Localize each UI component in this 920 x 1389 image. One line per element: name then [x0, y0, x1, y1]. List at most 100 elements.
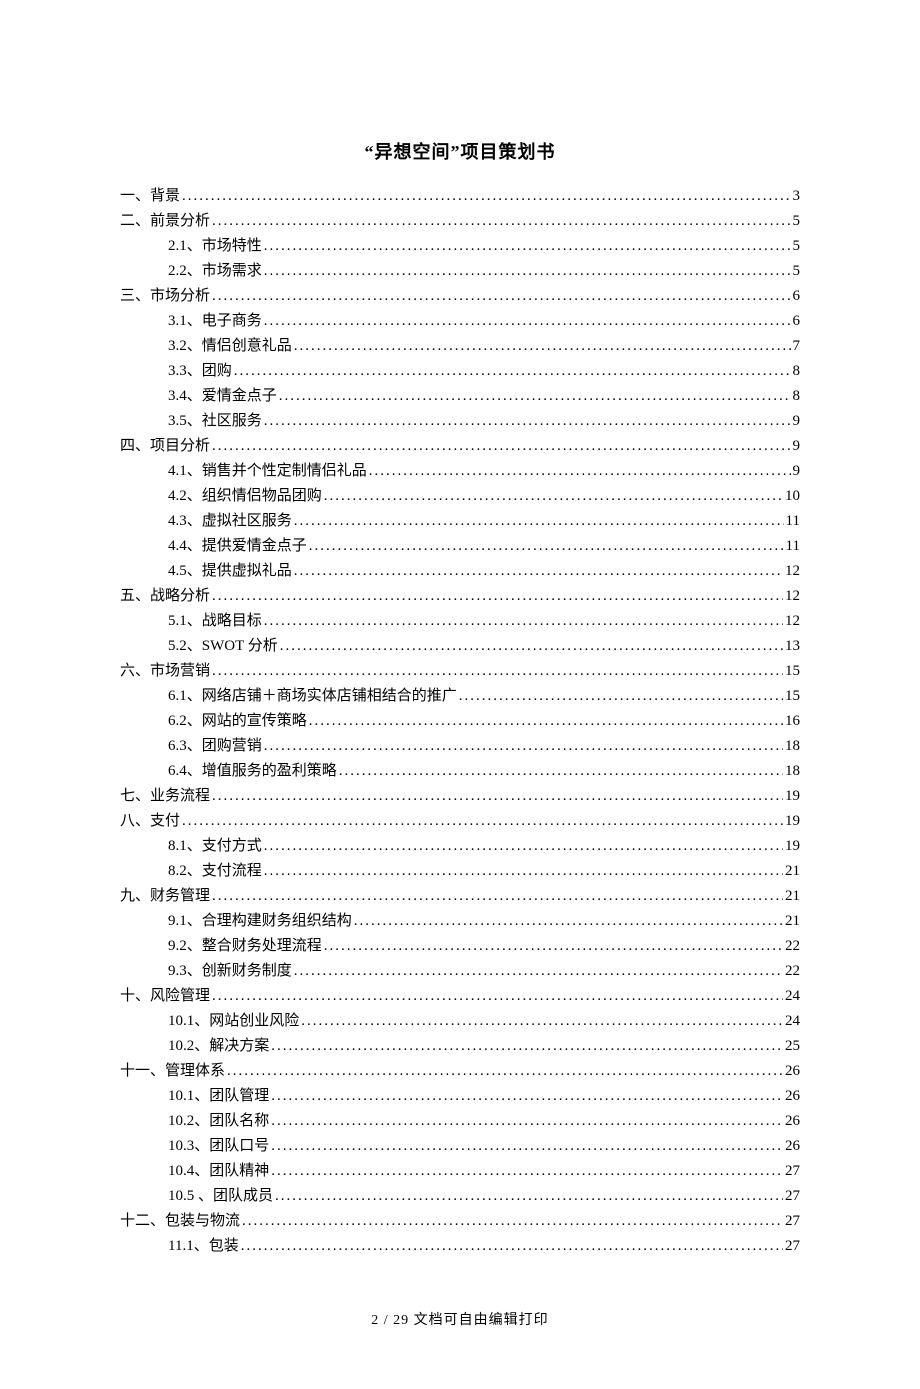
- toc-entry[interactable]: 10.5 、团队成员27: [120, 1184, 800, 1209]
- toc-entry[interactable]: 4.3、虚拟社区服务11: [120, 509, 800, 534]
- toc-entry-page: 12: [785, 609, 800, 634]
- toc-entry[interactable]: 5.1、战略目标12: [120, 609, 800, 634]
- toc-entry-label: 11.1、包装: [168, 1234, 239, 1259]
- toc-leader-dots: [264, 259, 791, 284]
- toc-entry[interactable]: 六、市场营销15: [120, 659, 800, 684]
- toc-entry-page: 16: [785, 709, 800, 734]
- toc-entry[interactable]: 10.2、解决方案25: [120, 1034, 800, 1059]
- toc-entry[interactable]: 4.4、提供爱情金点子11: [120, 534, 800, 559]
- toc-entry[interactable]: 七、业务流程19: [120, 784, 800, 809]
- toc-entry-label: 三、市场分析: [120, 284, 210, 309]
- toc-entry-page: 24: [785, 1009, 800, 1034]
- toc-leader-dots: [182, 184, 790, 209]
- toc-entry[interactable]: 11.1、包装 27: [120, 1234, 800, 1259]
- toc-entry[interactable]: 10.3、团队口号26: [120, 1134, 800, 1159]
- toc-entry-label: 六、市场营销: [120, 659, 210, 684]
- toc-entry[interactable]: 3.5、社区服务9: [120, 409, 800, 434]
- toc-entry[interactable]: 8.1、支付方式19: [120, 834, 800, 859]
- toc-entry[interactable]: 5.2、SWOT 分析13: [120, 634, 800, 659]
- toc-entry[interactable]: 八、支付19: [120, 809, 800, 834]
- toc-entry[interactable]: 十二、包装与物流27: [120, 1209, 800, 1234]
- toc-entry-page: 7: [793, 334, 801, 359]
- toc-entry-label: 3.1、电子商务: [168, 309, 262, 334]
- toc-entry-page: 5: [793, 234, 801, 259]
- toc-entry[interactable]: 十、风险管理24: [120, 984, 800, 1009]
- toc-entry-page: 5: [793, 209, 801, 234]
- toc-entry-page: 27: [785, 1209, 800, 1234]
- toc-entry[interactable]: 3.1、电子商务 6: [120, 309, 800, 334]
- toc-leader-dots: [212, 784, 783, 809]
- toc-entry-page: 9: [793, 434, 801, 459]
- toc-leader-dots: [294, 334, 791, 359]
- toc-leader-dots: [271, 1109, 783, 1134]
- toc-entry[interactable]: 一、背景3: [120, 184, 800, 209]
- toc-entry[interactable]: 九、财务管理21: [120, 884, 800, 909]
- toc-leader-dots: [264, 409, 791, 434]
- toc-leader-dots: [182, 809, 783, 834]
- toc-leader-dots: [459, 684, 783, 709]
- toc-entry[interactable]: 9.3、创新财务制度22: [120, 959, 800, 984]
- toc-entry[interactable]: 10.1、团队管理26: [120, 1084, 800, 1109]
- toc-entry-label: 二、前景分析: [120, 209, 210, 234]
- toc-leader-dots: [271, 1159, 783, 1184]
- toc-leader-dots: [212, 284, 790, 309]
- toc-leader-dots: [212, 984, 783, 1009]
- toc-leader-dots: [212, 884, 783, 909]
- toc-entry[interactable]: 8.2、支付流程21: [120, 859, 800, 884]
- toc-entry-label: 3.5、社区服务: [168, 409, 262, 434]
- toc-entry[interactable]: 6.1、网络店铺＋商场实体店铺相结合的推广15: [120, 684, 800, 709]
- toc-entry-page: 27: [785, 1234, 800, 1259]
- toc-entry[interactable]: 6.2、网站的宣传策略 16: [120, 709, 800, 734]
- toc-entry[interactable]: 2.1、市场特性 5: [120, 234, 800, 259]
- toc-entry[interactable]: 三、市场分析 6: [120, 284, 800, 309]
- toc-entry[interactable]: 6.4、增值服务的盈利策略18: [120, 759, 800, 784]
- toc-entry[interactable]: 10.1、网站创业风险24: [120, 1009, 800, 1034]
- toc-entry[interactable]: 10.4、团队精神27: [120, 1159, 800, 1184]
- toc-entry[interactable]: 3.4、爱情金点子8: [120, 384, 800, 409]
- toc-entry[interactable]: 3.2、情侣创意礼品7: [120, 334, 800, 359]
- toc-entry[interactable]: 四、项目分析 9: [120, 434, 800, 459]
- toc-entry[interactable]: 4.2、组织情侣物品团购10: [120, 484, 800, 509]
- toc-entry[interactable]: 十一、管理体系26: [120, 1059, 800, 1084]
- toc-leader-dots: [294, 959, 783, 984]
- toc-leader-dots: [271, 1084, 783, 1109]
- toc-leader-dots: [280, 634, 783, 659]
- toc-entry[interactable]: 10.2、团队名称26: [120, 1109, 800, 1134]
- toc-entry-page: 21: [785, 884, 800, 909]
- toc-entry[interactable]: 9.2、整合财务处理流程 22: [120, 934, 800, 959]
- toc-entry[interactable]: 4.5、提供虚拟礼品12: [120, 559, 800, 584]
- toc-entry-label: 2.1、市场特性: [168, 234, 262, 259]
- toc-entry[interactable]: 9.1、合理构建财务组织结构 21: [120, 909, 800, 934]
- toc-entry-page: 26: [785, 1109, 800, 1134]
- toc-leader-dots: [264, 859, 783, 884]
- toc-entry[interactable]: 3.3、团购8: [120, 359, 800, 384]
- toc-entry-label: 10.4、团队精神: [168, 1159, 269, 1184]
- toc-entry-label: 10.3、团队口号: [168, 1134, 269, 1159]
- toc-entry[interactable]: 4.1、销售并个性定制情侣礼品9: [120, 459, 800, 484]
- toc-entry-page: 6: [793, 284, 801, 309]
- toc-entry[interactable]: 2.2、市场需求5: [120, 259, 800, 284]
- toc-entry-page: 21: [785, 909, 800, 934]
- toc-leader-dots: [212, 584, 783, 609]
- toc-leader-dots: [279, 384, 791, 409]
- toc-entry-label: 9.3、创新财务制度: [168, 959, 292, 984]
- toc-entry[interactable]: 五、战略分析12: [120, 584, 800, 609]
- toc-leader-dots: [369, 459, 791, 484]
- toc-entry-page: 11: [786, 509, 800, 534]
- toc-leader-dots: [264, 609, 783, 634]
- toc-entry-label: 四、项目分析: [120, 434, 210, 459]
- toc-entry[interactable]: 6.3、团购营销18: [120, 734, 800, 759]
- toc-entry-label: 10.5 、团队成员: [168, 1184, 273, 1209]
- toc-entry-page: 6: [793, 309, 801, 334]
- toc-leader-dots: [212, 434, 790, 459]
- toc-entry[interactable]: 二、前景分析 5: [120, 209, 800, 234]
- toc-entry-page: 19: [785, 809, 800, 834]
- toc-entry-label: 一、背景: [120, 184, 180, 209]
- toc-leader-dots: [309, 709, 783, 734]
- toc-entry-label: 2.2、市场需求: [168, 259, 262, 284]
- toc-entry-label: 4.4、提供爱情金点子: [168, 534, 307, 559]
- toc-entry-label: 6.2、网站的宣传策略: [168, 709, 307, 734]
- toc-entry-label: 9.2、整合财务处理流程: [168, 934, 322, 959]
- toc-entry-label: 9.1、合理构建财务组织结构: [168, 909, 352, 934]
- toc-entry-page: 22: [785, 934, 800, 959]
